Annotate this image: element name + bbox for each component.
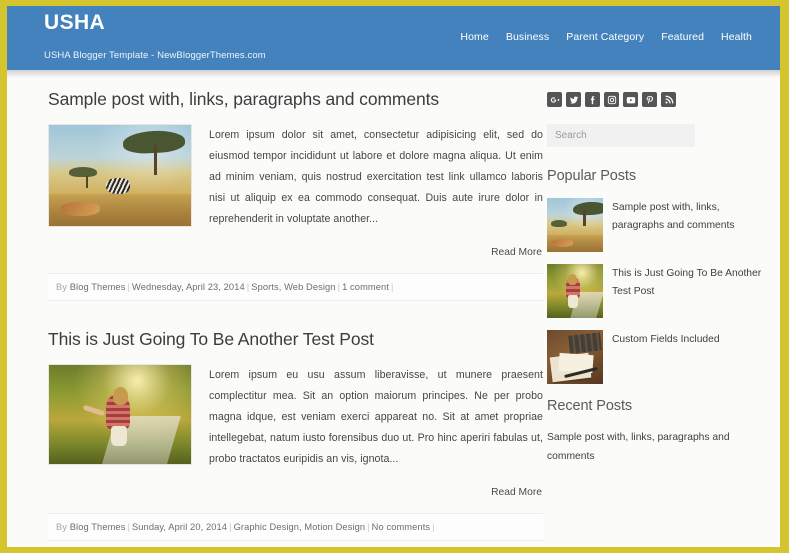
post-meta-author[interactable]: Blog Themes [70,282,126,292]
rss-icon[interactable] [661,92,676,107]
content-wrap: Sample post with, links, paragraphs and … [7,70,780,547]
youtube-icon[interactable] [623,92,638,107]
popular-post-thumbnail[interactable] [547,264,603,318]
popular-posts-title: Popular Posts [547,168,636,184]
desk-paper-photo [547,330,603,384]
read-more-row: Read More [209,482,543,500]
post-meta-categories[interactable]: Sports, Web Design [251,282,335,292]
popular-post-item[interactable]: Custom Fields Included [543,330,765,384]
post-meta-by-label: By [56,522,68,532]
savanna-zebra-photo [547,198,603,252]
post-meta-date[interactable]: Sunday, April 20, 2014 [132,522,227,532]
nav-item-business[interactable]: Business [506,31,549,43]
post-excerpt: Lorem ipsum dolor sit amet, consectetur … [209,129,543,225]
page-inner: USHA USHA Blogger Template - NewBloggerT… [7,6,780,547]
popular-post-title: This is Just Going To Be Another Test Po… [612,268,762,297]
recent-posts-title: Recent Posts [547,398,633,414]
nav-item-home[interactable]: Home [460,31,488,43]
instagram-icon[interactable] [604,92,619,107]
girl-sunset-photo [547,264,603,318]
post-meta-author[interactable]: Blog Themes [70,522,126,532]
sidebar: Popular Posts Sample post with, lin [543,70,765,547]
recent-posts-widget: Recent Posts Sample post with, links, pa… [543,398,765,466]
post-meta: By Blog Themes | Wednesday, April 23, 2014… [48,273,543,301]
nav-item-health[interactable]: Health [721,31,752,43]
post-spacer [48,303,543,328]
social-icons-row [543,92,765,107]
post-excerpt: Lorem ipsum eu usu assum liberavisse, ut… [209,369,543,465]
savanna-zebra-photo [49,125,191,226]
popular-post-item[interactable]: Sample post with, links, paragraphs and … [543,198,765,252]
read-more-link[interactable]: Read More [491,247,542,258]
post-thumbnail[interactable] [48,364,192,465]
post-meta-comments[interactable]: 1 comment [342,282,389,292]
post-meta-date[interactable]: Wednesday, April 23, 2014 [132,282,245,292]
popular-post-title: Custom Fields Included [612,334,720,345]
popular-post-title: Sample post with, links, paragraphs and … [612,202,735,231]
read-more-link[interactable]: Read More [491,487,542,498]
post-title[interactable]: Sample post with, links, paragraphs and … [48,88,543,110]
post-text: Lorem ipsum eu usu assum liberavisse, ut… [192,364,543,500]
main-navigation: Home Business Parent Category Featured H… [460,31,752,43]
post-item: This is Just Going To Be Another Test Po… [48,328,543,541]
post-spacer [48,543,543,547]
site-header: USHA USHA Blogger Template - NewBloggerT… [7,6,780,78]
nav-item-parent-category[interactable]: Parent Category [566,31,644,43]
popular-post-thumbnail[interactable] [547,330,603,384]
google-plus-icon[interactable] [547,92,562,107]
popular-posts-widget: Popular Posts Sample post with, links, p… [543,168,765,384]
girl-sunset-photo [49,365,191,464]
facebook-icon[interactable] [585,92,600,107]
twitter-icon[interactable] [566,92,581,107]
pinterest-icon[interactable] [642,92,657,107]
post-title[interactable]: This is Just Going To Be Another Test Po… [48,328,543,350]
post-meta-categories[interactable]: Graphic Design, Motion Design [234,522,366,532]
post-thumbnail[interactable] [48,124,192,227]
site-title: USHA [44,11,106,34]
recent-post-item[interactable]: Sample post with, links, paragraphs and … [547,428,765,466]
post-item: Sample post with, links, paragraphs and … [48,88,543,301]
nav-item-featured[interactable]: Featured [661,31,704,43]
post-meta: By Blog Themes | Sunday, April 20, 2014 | Gr… [48,513,543,541]
post-meta-by-label: By [56,282,68,292]
post-body: Lorem ipsum eu usu assum liberavisse, ut… [48,364,543,500]
posts-column: Sample post with, links, paragraphs and … [7,70,543,547]
popular-post-thumbnail[interactable] [547,198,603,252]
page-frame: USHA USHA Blogger Template - NewBloggerT… [0,0,789,553]
read-more-row: Read More [209,242,543,260]
popular-post-item[interactable]: This is Just Going To Be Another Test Po… [543,264,765,318]
post-meta-comments[interactable]: No comments [372,522,430,532]
site-tagline: USHA Blogger Template - NewBloggerThemes… [44,50,266,61]
search-input[interactable] [547,124,695,147]
post-body: Lorem ipsum dolor sit amet, consectetur … [48,124,543,260]
brand[interactable]: USHA USHA Blogger Template - NewBloggerT… [44,11,266,62]
post-text: Lorem ipsum dolor sit amet, consectetur … [192,124,543,260]
